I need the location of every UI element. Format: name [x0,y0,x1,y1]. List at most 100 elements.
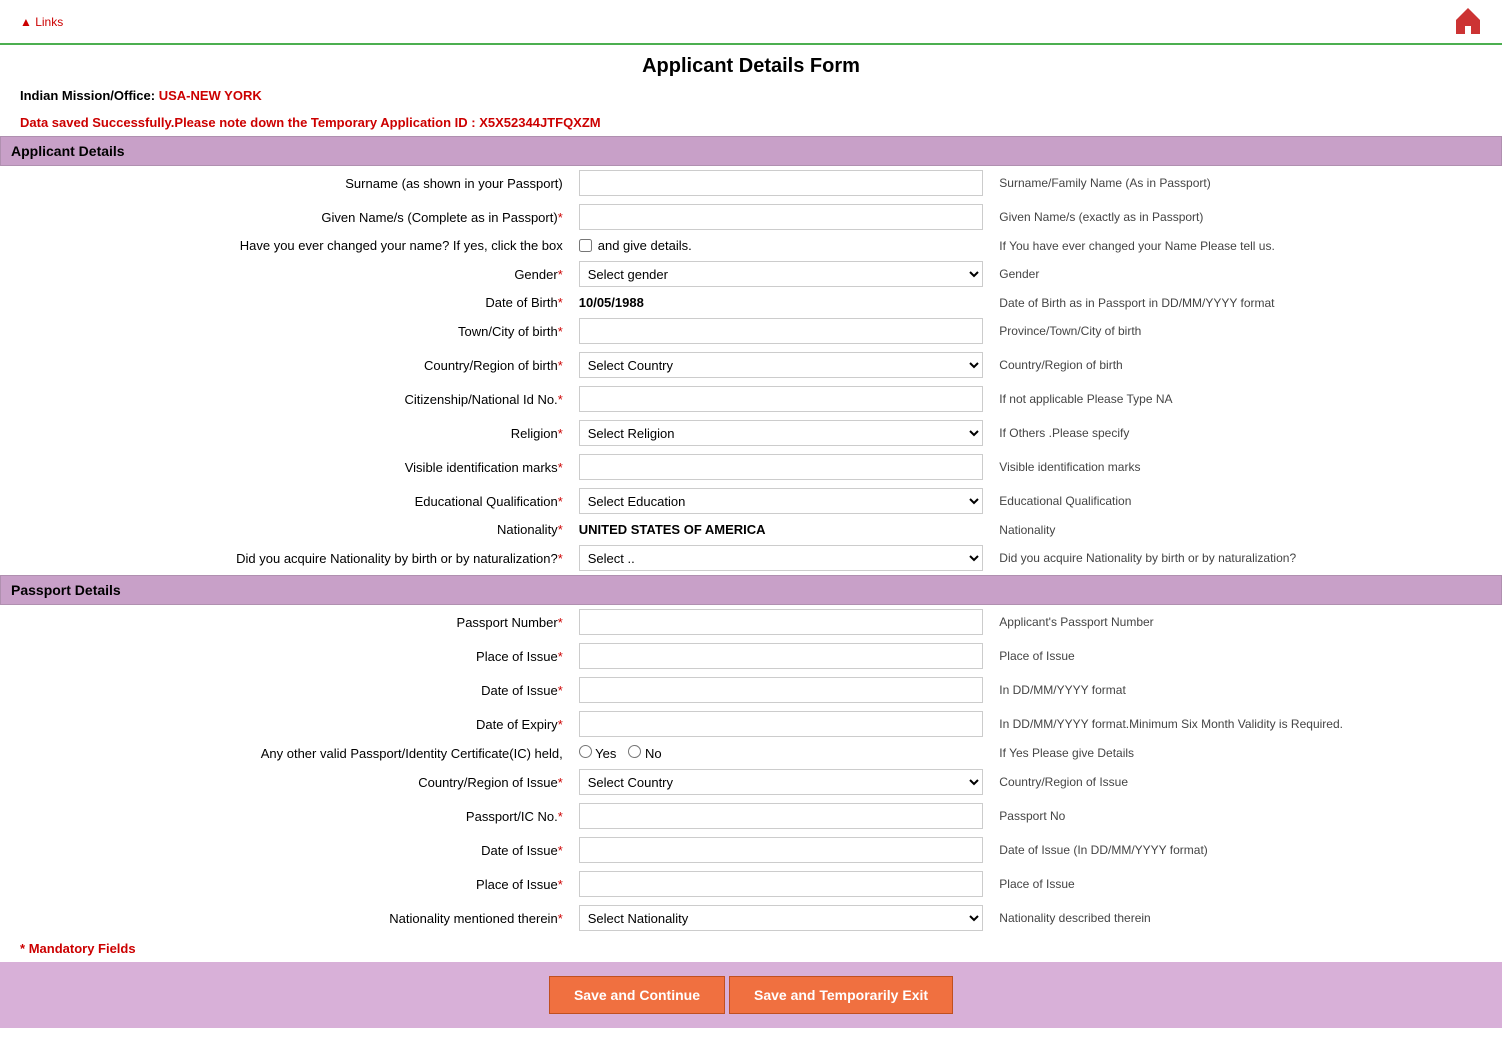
country-issue-row: Country/Region of Issue* Select Country … [0,765,1502,799]
top-nav-links[interactable]: ▲ Links [20,15,63,29]
mandatory-star: * [20,941,25,956]
passport-number-input[interactable] [579,609,984,635]
town-input-cell [571,314,992,348]
applicant-details-table: Surname (as shown in your Passport) Surn… [0,166,1502,575]
other-passport-radio-cell: Yes No [571,741,992,765]
citizenship-row: Citizenship/National Id No.* If not appl… [0,382,1502,416]
nationality-row: Nationality* UNITED STATES OF AMERICA Na… [0,518,1502,541]
date-issue-input[interactable] [579,677,984,703]
passport-number-label: Passport Number* [0,605,571,639]
date-expiry-hint: In DD/MM/YYYY format.Minimum Six Month V… [991,707,1502,741]
country-birth-row: Country/Region of birth* Select Country … [0,348,1502,382]
given-name-row: Given Name/s (Complete as in Passport)* … [0,200,1502,234]
visible-marks-row: Visible identification marks* Visible id… [0,450,1502,484]
given-name-hint: Given Name/s (exactly as in Passport) [991,200,1502,234]
gender-hint: Gender [991,257,1502,291]
name-changed-checkbox[interactable] [579,239,592,252]
gender-select-cell: Select gender Male Female Others [571,257,992,291]
gender-label: Gender* [0,257,571,291]
education-hint: Educational Qualification [991,484,1502,518]
dob-value-cell: 10/05/1988 [571,291,992,314]
education-select[interactable]: Select Education Below Matriculation Mat… [579,488,984,514]
date-issue-row: Date of Issue* In DD/MM/YYYY format [0,673,1502,707]
passport-number-hint: Applicant's Passport Number [991,605,1502,639]
place-issue2-label: Place of Issue* [0,867,571,901]
town-row: Town/City of birth* Province/Town/City o… [0,314,1502,348]
success-message: Data saved Successfully.Please note down… [0,109,1502,136]
country-issue-select-cell: Select Country [571,765,992,799]
passport-ic-input[interactable] [579,803,984,829]
home-icon[interactable] [1454,6,1482,37]
country-birth-select[interactable]: Select Country [579,352,984,378]
top-bar: ▲ Links [0,0,1502,45]
other-passport-yes-radio[interactable] [579,745,592,758]
dob-hint: Date of Birth as in Passport in DD/MM/YY… [991,291,1502,314]
country-birth-label: Country/Region of birth* [0,348,571,382]
town-label: Town/City of birth* [0,314,571,348]
name-changed-label: Have you ever changed your name? If yes,… [0,234,571,257]
country-birth-hint: Country/Region of birth [991,348,1502,382]
date-expiry-label: Date of Expiry* [0,707,571,741]
citizenship-label: Citizenship/National Id No.* [0,382,571,416]
religion-select-cell: Select Religion Hindu Muslim Christian S… [571,416,992,450]
country-issue-select[interactable]: Select Country [579,769,984,795]
date-issue2-hint: Date of Issue (In DD/MM/YYYY format) [991,833,1502,867]
citizenship-input[interactable] [579,386,984,412]
save-exit-button[interactable]: Save and Temporarily Exit [729,976,953,1014]
mission-name: USA-NEW YORK [159,88,262,103]
nationality-acquired-label: Did you acquire Nationality by birth or … [0,541,571,575]
place-issue2-input[interactable] [579,871,984,897]
place-issue-input[interactable] [579,643,984,669]
save-continue-button[interactable]: Save and Continue [549,976,725,1014]
other-passport-row: Any other valid Passport/Identity Certif… [0,741,1502,765]
nationality-acquired-select-cell: Select .. Birth Naturalization [571,541,992,575]
date-issue-input-cell [571,673,992,707]
date-issue2-row: Date of Issue* Date of Issue (In DD/MM/Y… [0,833,1502,867]
date-issue2-input[interactable] [579,837,984,863]
passport-details-table: Passport Number* Applicant's Passport Nu… [0,605,1502,935]
name-changed-row: Have you ever changed your name? If yes,… [0,234,1502,257]
page-title: Applicant Details Form [0,45,1502,84]
other-passport-no-radio[interactable] [628,745,641,758]
other-passport-no-label[interactable]: No [628,745,661,761]
gender-row: Gender* Select gender Male Female Others… [0,257,1502,291]
passport-ic-hint: Passport No [991,799,1502,833]
religion-row: Religion* Select Religion Hindu Muslim C… [0,416,1502,450]
citizenship-input-cell [571,382,992,416]
name-changed-hint: If You have ever changed your Name Pleas… [991,234,1502,257]
passport-ic-row: Passport/IC No.* Passport No [0,799,1502,833]
nationality-therein-hint: Nationality described therein [991,901,1502,935]
nationality-therein-label: Nationality mentioned therein* [0,901,571,935]
other-passport-yes-label[interactable]: Yes [579,745,617,761]
applicant-details-header: Applicant Details [0,136,1502,166]
nationality-acquired-select[interactable]: Select .. Birth Naturalization [579,545,984,571]
date-expiry-row: Date of Expiry* In DD/MM/YYYY format.Min… [0,707,1502,741]
nationality-value: UNITED STATES OF AMERICA [579,522,766,537]
passport-details-header: Passport Details [0,575,1502,605]
given-name-input[interactable] [579,204,984,230]
religion-select[interactable]: Select Religion Hindu Muslim Christian S… [579,420,984,446]
mission-line: Indian Mission/Office: USA-NEW YORK [0,84,1502,109]
visible-marks-label: Visible identification marks* [0,450,571,484]
visible-marks-input-cell [571,450,992,484]
given-name-input-cell [571,200,992,234]
nationality-hint: Nationality [991,518,1502,541]
nationality-therein-select[interactable]: Select Nationality [579,905,984,931]
place-issue2-input-cell [571,867,992,901]
gender-select[interactable]: Select gender Male Female Others [579,261,984,287]
place-issue-label: Place of Issue* [0,639,571,673]
town-input[interactable] [579,318,984,344]
nationality-acquired-row: Did you acquire Nationality by birth or … [0,541,1502,575]
other-passport-hint: If Yes Please give Details [991,741,1502,765]
date-issue-hint: In DD/MM/YYYY format [991,673,1502,707]
date-issue2-label: Date of Issue* [0,833,571,867]
surname-input[interactable] [579,170,984,196]
visible-marks-input[interactable] [579,454,984,480]
date-expiry-input[interactable] [579,711,984,737]
nationality-acquired-hint: Did you acquire Nationality by birth or … [991,541,1502,575]
country-issue-label: Country/Region of Issue* [0,765,571,799]
place-issue2-hint: Place of Issue [991,867,1502,901]
education-label: Educational Qualification* [0,484,571,518]
surname-hint: Surname/Family Name (As in Passport) [991,166,1502,200]
passport-ic-label: Passport/IC No.* [0,799,571,833]
